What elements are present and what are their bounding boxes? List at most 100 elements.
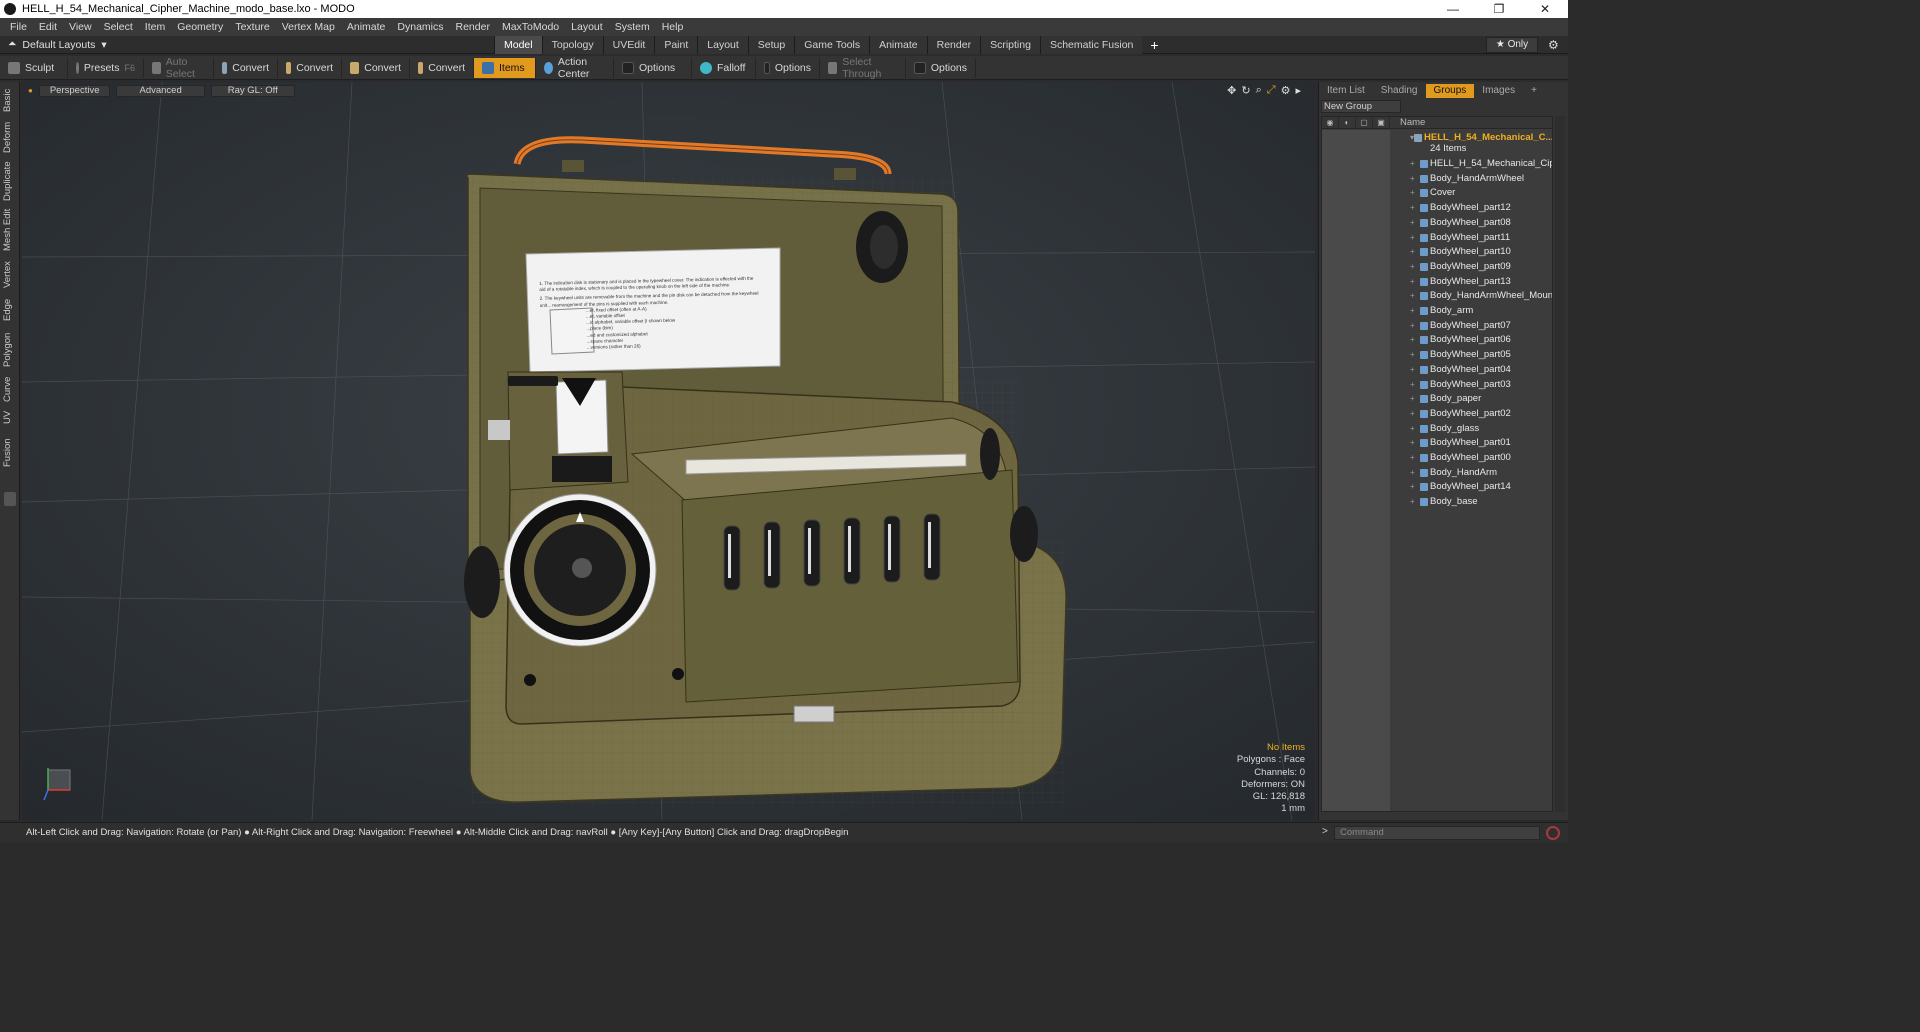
view-mode-dropdown[interactable]: Perspective xyxy=(38,85,111,97)
group-item-row[interactable]: + Body_HandArmWheel_Mount xyxy=(1322,289,1552,303)
group-item-row[interactable]: + Body_base xyxy=(1322,495,1552,509)
raygl-toggle[interactable]: Ray GL: Off xyxy=(210,85,295,97)
group-item-row[interactable]: + BodyWheel_part01 xyxy=(1322,436,1552,450)
group-item-row[interactable]: + Body_arm xyxy=(1322,304,1552,318)
tab-topology[interactable]: Topology xyxy=(541,36,603,54)
viewport-gear-icon[interactable]: ⚙ xyxy=(1281,84,1291,97)
group-item-row[interactable]: + BodyWheel_part13 xyxy=(1322,275,1552,289)
expand-icon[interactable]: + xyxy=(1410,260,1415,274)
expand-icon[interactable]: + xyxy=(1410,201,1415,215)
expand-icon[interactable]: + xyxy=(1410,348,1415,362)
record-macro-icon[interactable] xyxy=(1546,826,1560,840)
tab-vertex[interactable]: Vertex xyxy=(2,258,18,292)
group-item-row[interactable]: + BodyWheel_part12 xyxy=(1322,201,1552,215)
3d-viewport[interactable]: 1. The indication disk is stationary and… xyxy=(22,82,1315,820)
pan-icon[interactable]: ✥ xyxy=(1227,84,1236,97)
sculpt-button[interactable]: Sculpt xyxy=(0,57,68,78)
select-through-button[interactable]: Select Through xyxy=(820,56,906,80)
items-mode-button[interactable]: Items xyxy=(474,57,536,78)
add-tab-icon[interactable]: + xyxy=(1150,36,1158,54)
menu-help[interactable]: Help xyxy=(656,21,690,33)
tab-polygon[interactable]: Polygon xyxy=(2,330,18,370)
eye-icon[interactable]: ◉ xyxy=(1322,117,1339,128)
expand-icon[interactable]: + xyxy=(1410,392,1415,406)
new-group-button[interactable]: New Group xyxy=(1321,100,1401,113)
menu-vertex-map[interactable]: Vertex Map xyxy=(276,21,341,33)
group-item-row[interactable]: + BodyWheel_part06 xyxy=(1322,333,1552,347)
action-center-button[interactable]: Action Center xyxy=(536,56,614,80)
expand-icon[interactable]: + xyxy=(1410,172,1415,186)
tab-paint[interactable]: Paint xyxy=(654,36,698,54)
tab-fusion[interactable]: Fusion xyxy=(2,438,18,468)
expand-icon[interactable]: + xyxy=(1410,304,1415,318)
menu-system[interactable]: System xyxy=(609,21,656,33)
expand-icon[interactable]: + xyxy=(1410,231,1415,245)
tab-shading[interactable]: Shading xyxy=(1373,84,1426,98)
shading-dropdown[interactable]: Advanced xyxy=(116,85,205,97)
menu-animate[interactable]: Animate xyxy=(341,21,392,33)
tab-model[interactable]: Model xyxy=(494,36,542,54)
convert-button-3[interactable]: Convert xyxy=(342,57,410,78)
tab-schematic-fusion[interactable]: Schematic Fusion xyxy=(1039,36,1143,54)
command-expand-icon[interactable]: > xyxy=(1322,826,1328,837)
expand-icon[interactable]: + xyxy=(1410,333,1415,347)
presets-button[interactable]: Presets F6 xyxy=(68,57,144,78)
expand-icon[interactable]: + xyxy=(1410,480,1415,494)
falloff-options-button[interactable]: Options xyxy=(756,57,820,78)
menu-texture[interactable]: Texture xyxy=(229,21,275,33)
group-item-row[interactable]: + BodyWheel_part07 xyxy=(1322,319,1552,333)
tab-scripting[interactable]: Scripting xyxy=(980,36,1040,54)
expand-icon[interactable]: + xyxy=(1410,363,1415,377)
menu-select[interactable]: Select xyxy=(98,21,139,33)
auto-select-button[interactable]: Auto Select xyxy=(144,56,214,80)
tab-layout[interactable]: Layout xyxy=(697,36,748,54)
group-item-row[interactable]: + Body_paper xyxy=(1322,392,1552,406)
menu-file[interactable]: File xyxy=(4,21,33,33)
expand-icon[interactable]: + xyxy=(1410,466,1415,480)
tab-curve[interactable]: Curve xyxy=(2,374,18,404)
tab-mesh-edit[interactable]: Mesh Edit xyxy=(2,208,18,252)
add-panel-tab-icon[interactable]: + xyxy=(1523,84,1545,98)
menu-geometry[interactable]: Geometry xyxy=(171,21,229,33)
tab-groups[interactable]: Groups xyxy=(1425,84,1475,98)
only-toggle[interactable]: ★ Only xyxy=(1486,37,1538,53)
gear-icon[interactable]: ⚙ xyxy=(1548,36,1559,54)
maximize-button[interactable]: ❐ xyxy=(1476,0,1522,18)
group-item-row[interactable]: + BodyWheel_part03 xyxy=(1322,378,1552,392)
action-center-options-button[interactable]: Options xyxy=(614,57,692,78)
expand-icon[interactable]: + xyxy=(1410,407,1415,421)
group-item-row[interactable]: + BodyWheel_part05 xyxy=(1322,348,1552,362)
group-item-row[interactable]: + Body_HandArmWheel xyxy=(1322,172,1552,186)
menu-item[interactable]: Item xyxy=(139,21,171,33)
expand-icon[interactable]: + xyxy=(1410,245,1415,259)
menu-dynamics[interactable]: Dynamics xyxy=(391,21,449,33)
rotate-icon[interactable]: ↻ xyxy=(1241,84,1250,97)
zoom-icon[interactable]: ⌕ xyxy=(1256,84,1262,97)
menu-edit[interactable]: Edit xyxy=(33,21,63,33)
menu-maxtomodo[interactable]: MaxToModo xyxy=(496,21,565,33)
expand-icon[interactable]: + xyxy=(1410,319,1415,333)
command-input[interactable]: Command xyxy=(1334,826,1540,840)
tab-duplicate[interactable]: Duplicate xyxy=(2,160,18,202)
play-icon[interactable]: ▸ xyxy=(1295,84,1301,97)
select-through-options-button[interactable]: Options xyxy=(906,57,976,78)
group-item-row[interactable]: + Body_HandArm xyxy=(1322,466,1552,480)
expand-icon[interactable]: + xyxy=(1410,378,1415,392)
viewport-menu-icon[interactable]: ● xyxy=(28,85,33,97)
group-item-row[interactable]: + BodyWheel_part14 xyxy=(1322,480,1552,494)
tab-basic[interactable]: Basic xyxy=(2,86,18,114)
default-layouts-dropdown[interactable]: ⏶ Default Layouts ▾ xyxy=(8,38,107,51)
menu-render[interactable]: Render xyxy=(450,21,496,33)
expand-icon[interactable]: + xyxy=(1410,275,1415,289)
tab-deform[interactable]: Deform xyxy=(2,120,18,154)
group-item-row[interactable]: + BodyWheel_part10 xyxy=(1322,245,1552,259)
menu-view[interactable]: View xyxy=(63,21,98,33)
expand-icon[interactable]: + xyxy=(1410,436,1415,450)
tab-item-list[interactable]: Item List xyxy=(1319,84,1373,98)
tab-edge[interactable]: Edge xyxy=(2,296,18,324)
convert-button-4[interactable]: Convert xyxy=(410,57,474,78)
group-item-row[interactable]: + BodyWheel_part00 xyxy=(1322,451,1552,465)
expand-icon[interactable]: + xyxy=(1410,186,1415,200)
group-item-row[interactable]: + Cover xyxy=(1322,186,1552,200)
close-button[interactable]: ✕ xyxy=(1522,0,1568,18)
